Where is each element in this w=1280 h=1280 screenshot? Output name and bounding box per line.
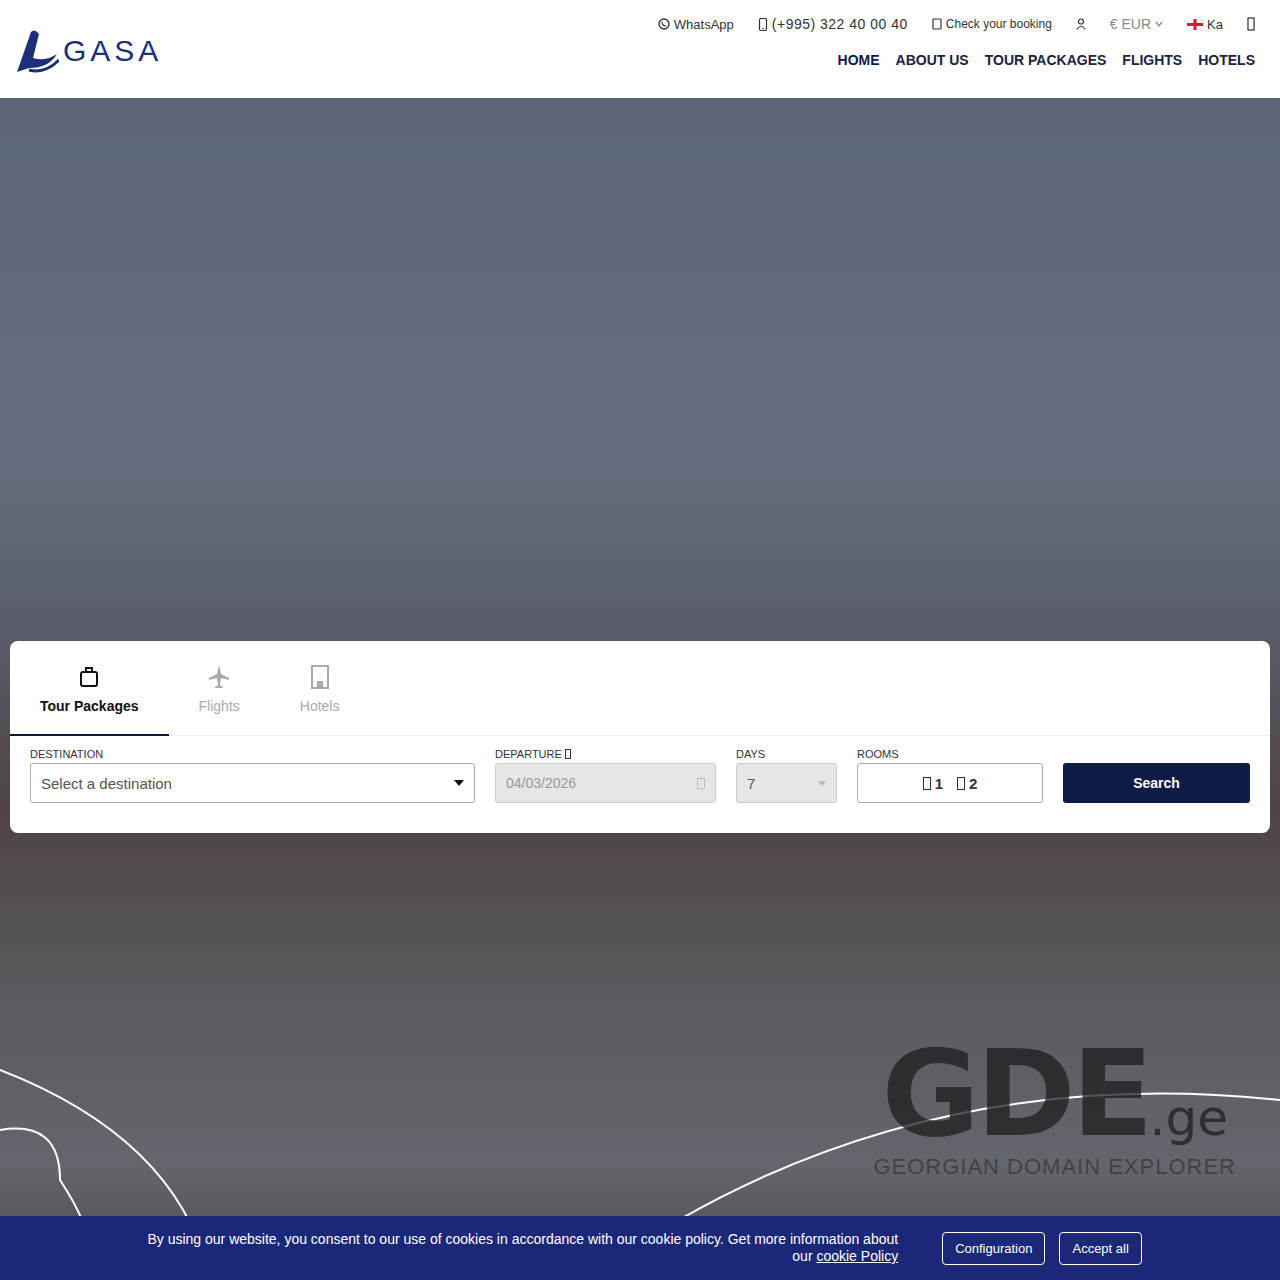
suitcase-icon bbox=[78, 664, 100, 690]
nav-item[interactable]: HOME bbox=[838, 50, 880, 70]
nav-item[interactable]: FLIGHTS bbox=[1122, 50, 1182, 70]
logo-text: GASA bbox=[63, 34, 162, 68]
menu-button[interactable] bbox=[1247, 17, 1255, 31]
search-tab[interactable]: Flights bbox=[169, 641, 270, 736]
search-tab[interactable]: Tour Packages bbox=[10, 641, 169, 736]
caret-down-icon bbox=[818, 781, 826, 786]
currency-label: € EUR bbox=[1110, 16, 1151, 32]
whatsapp-label: WhatsApp bbox=[674, 17, 734, 32]
cookie-configuration-button[interactable]: Configuration bbox=[942, 1232, 1045, 1265]
main-nav: HOME ABOUT US TOUR PACKAGES FLIGHTS HOTELS bbox=[838, 50, 1255, 70]
search-button[interactable]: Search bbox=[1063, 763, 1250, 803]
phone-number: (+995) 322 40 00 40 bbox=[772, 16, 908, 32]
account-button[interactable] bbox=[1076, 18, 1086, 30]
language-label: Ka bbox=[1207, 17, 1223, 32]
check-booking-label: Check your booking bbox=[946, 17, 1052, 31]
watermark-tld: .ge bbox=[1150, 1089, 1228, 1147]
person-icon bbox=[957, 777, 965, 790]
nav-item[interactable]: TOUR PACKAGES bbox=[985, 50, 1107, 70]
search-tabs: Tour Packages Flights Hotels bbox=[10, 641, 1270, 736]
caret-down-icon bbox=[454, 780, 464, 786]
logo[interactable]: GASA bbox=[15, 0, 162, 98]
watermark: GDE.geGEORGIAN DOMAIN EXPLORER bbox=[873, 1034, 1236, 1180]
departure-input[interactable]: 04/03/2026 bbox=[495, 763, 716, 803]
search-card: Tour Packages Flights Hotels DESTINATION Sel… bbox=[10, 641, 1270, 833]
departure-value: 04/03/2026 bbox=[506, 775, 691, 791]
search-tab[interactable]: Hotels bbox=[270, 641, 370, 736]
days-label: DAYS bbox=[736, 748, 837, 760]
watermark-brand: GDE bbox=[881, 1024, 1149, 1163]
user-icon bbox=[1076, 18, 1086, 30]
destination-label: DESTINATION bbox=[30, 748, 475, 760]
destination-select[interactable]: Select a destination bbox=[30, 763, 475, 803]
cookie-policy-link[interactable]: cookie Policy bbox=[816, 1248, 898, 1264]
hero-image: Tour Packages Flights Hotels DESTINATION Sel… bbox=[0, 98, 1280, 1280]
days-select[interactable]: 7 bbox=[736, 763, 837, 803]
tab-label: Flights bbox=[199, 698, 240, 714]
language-selector[interactable]: Ka bbox=[1187, 17, 1223, 32]
guests-count: 2 bbox=[969, 775, 977, 792]
header: GASA WhatsApp (+995) 322 40 00 40 Check you… bbox=[0, 0, 1280, 98]
hotel-icon bbox=[309, 664, 331, 690]
cookie-message: By using our website, you consent to our… bbox=[138, 1231, 898, 1266]
currency-selector[interactable]: € EUR bbox=[1110, 16, 1163, 32]
top-bar: WhatsApp (+995) 322 40 00 40 Check your bo… bbox=[658, 16, 1255, 32]
nav-item[interactable]: HOTELS bbox=[1198, 50, 1255, 70]
nav-item[interactable]: ABOUT US bbox=[896, 50, 969, 70]
departure-label: DEPARTURE bbox=[495, 748, 562, 760]
plane-icon bbox=[208, 664, 230, 690]
menu-icon bbox=[1247, 17, 1255, 31]
rooms-label: ROOMS bbox=[857, 748, 1043, 760]
watermark-tagline: GEORGIAN DOMAIN EXPLORER bbox=[873, 1154, 1236, 1180]
caret-down-icon bbox=[1155, 19, 1163, 29]
tab-label: Hotels bbox=[300, 698, 340, 714]
tab-label: Tour Packages bbox=[40, 698, 139, 714]
destination-placeholder: Select a destination bbox=[41, 775, 448, 792]
rooms-picker[interactable]: 12 bbox=[857, 763, 1043, 803]
phone-link[interactable]: (+995) 322 40 00 40 bbox=[758, 16, 908, 32]
georgia-flag-icon bbox=[1187, 19, 1203, 30]
cookie-text: By using our website, you consent to our… bbox=[147, 1231, 898, 1265]
whatsapp-link[interactable]: WhatsApp bbox=[658, 17, 734, 32]
calendar-icon bbox=[697, 777, 705, 789]
ticket-icon bbox=[932, 18, 942, 30]
check-booking-link[interactable]: Check your booking bbox=[932, 17, 1052, 31]
cookie-accept-button[interactable]: Accept all bbox=[1059, 1232, 1141, 1265]
whatsapp-icon bbox=[658, 18, 670, 30]
rooms-count: 1 bbox=[935, 775, 943, 792]
phone-icon bbox=[758, 18, 768, 31]
info-icon bbox=[565, 749, 571, 759]
search-form: DESTINATION Select a destination DEPARTURE… bbox=[10, 736, 1270, 833]
cookie-bar: By using our website, you consent to our… bbox=[0, 1216, 1280, 1280]
logo-swoosh-icon bbox=[15, 28, 59, 74]
days-value: 7 bbox=[747, 775, 812, 792]
bed-icon bbox=[923, 777, 931, 790]
